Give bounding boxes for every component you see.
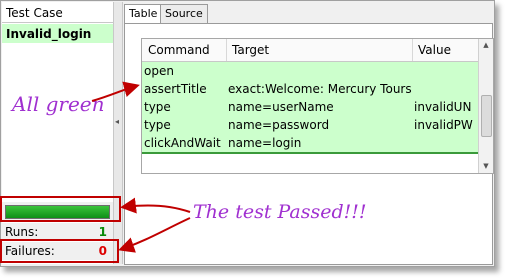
tab-table[interactable]: Table — [124, 4, 163, 24]
cell-value: invalidPW — [414, 118, 473, 132]
failures-highlight-box — [0, 239, 119, 263]
cell-target: name=userName — [228, 100, 334, 114]
test-case-item[interactable]: Invalid_login — [2, 24, 113, 43]
column-divider — [226, 39, 227, 61]
cell-command: clickAndWait — [144, 136, 221, 150]
runs-label: Runs: — [5, 225, 39, 239]
table-row[interactable]: clickAndWait name=login — [142, 134, 478, 152]
selected-row-outline — [142, 152, 478, 154]
vertical-scrollbar[interactable]: ▲ ▼ — [478, 39, 493, 173]
column-header-value[interactable]: Value — [418, 43, 451, 57]
table-row[interactable]: type name=password invalidPW — [142, 116, 478, 134]
tab-source[interactable]: Source — [160, 4, 208, 23]
selenium-ide-window: Test Case Invalid_login Runs: 1 Failures… — [0, 0, 495, 267]
scroll-up-icon[interactable]: ▲ — [479, 39, 493, 52]
cell-target: name=login — [228, 136, 302, 150]
splitter-grip-icon[interactable]: ◂ — [115, 117, 119, 126]
table-row[interactable]: open — [142, 62, 478, 80]
table-header: Command Target Value — [142, 39, 478, 62]
panel-splitter[interactable]: ◂ — [113, 2, 123, 264]
column-divider — [412, 39, 413, 61]
scroll-down-icon[interactable]: ▼ — [479, 160, 493, 173]
table-row[interactable]: type name=userName invalidUN — [142, 98, 478, 116]
annotation-test-passed: The test Passed!!! — [193, 201, 367, 223]
cell-command: open — [144, 64, 174, 78]
runs-value: 1 — [98, 225, 107, 239]
cell-command: type — [144, 118, 171, 132]
test-case-panel: Test Case Invalid_login Runs: 1 Failures… — [2, 2, 113, 264]
table-tab-panel: Command Target Value open assertTitle ex… — [124, 23, 494, 265]
test-case-header-label: Test Case — [6, 6, 63, 20]
column-header-target[interactable]: Target — [232, 43, 269, 57]
cell-target: name=password — [228, 118, 330, 132]
progress-highlight-box — [0, 196, 121, 222]
cell-command: type — [144, 100, 171, 114]
table-row[interactable]: assertTitle exact:Welcome: Mercury Tours — [142, 80, 478, 98]
test-case-header: Test Case — [2, 2, 113, 23]
column-header-command[interactable]: Command — [148, 43, 210, 57]
test-case-name: Invalid_login — [6, 27, 92, 41]
cell-command: assertTitle — [144, 82, 207, 96]
annotation-all-green: All green — [12, 92, 105, 116]
cell-value: invalidUN — [414, 100, 472, 114]
table-rows: open assertTitle exact:Welcome: Mercury … — [142, 62, 478, 172]
command-table: Command Target Value open assertTitle ex… — [141, 38, 494, 174]
cell-target: exact:Welcome: Mercury Tours — [228, 82, 412, 96]
scrollbar-thumb[interactable] — [481, 95, 492, 137]
